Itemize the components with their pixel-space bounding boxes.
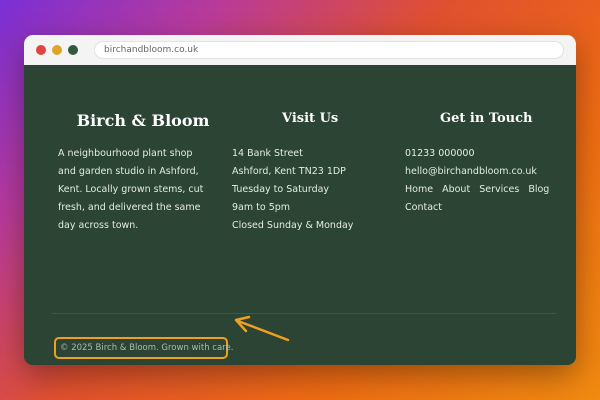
annotation-arrow-icon [234, 315, 290, 342]
